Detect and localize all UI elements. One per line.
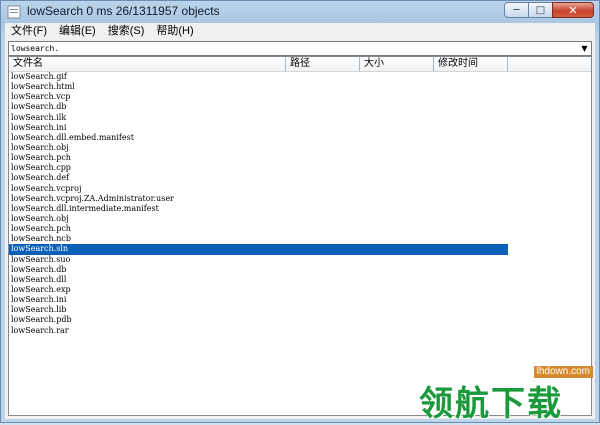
search-combobox[interactable]: ▼ [8,41,592,56]
list-item[interactable]: lowSearch.ilk [9,113,508,123]
menu-file[interactable]: 文件(F) [5,23,53,40]
list-item[interactable]: lowSearch.obj [9,214,508,224]
list-item[interactable]: lowSearch.vcproj [9,184,508,194]
close-icon: ✕ [568,3,578,17]
search-input[interactable] [11,42,571,55]
list-item[interactable]: lowSearch.ini [9,123,508,133]
list-item[interactable]: lowSearch.ini [9,295,508,305]
list-item[interactable]: lowSearch.ncb [9,234,508,244]
list-item[interactable]: lowSearch.suo [9,255,508,265]
window-title: lowSearch 0 ms 26/1311957 objects [27,4,220,18]
results-list[interactable]: 文件名 路径 大小 修改时间 lowSearch.gif lowSearch.ht… [8,56,592,416]
list-item[interactable]: lowSearch.exp [9,285,508,295]
list-item[interactable]: lowSearch.rar [9,326,508,336]
list-item[interactable]: lowSearch.pdb [9,315,508,325]
search-dropdown-button[interactable]: ▼ [578,42,591,55]
list-item-selected[interactable]: lowSearch.sln [9,244,508,255]
list-rows: lowSearch.gif lowSearch.html lowSearch.vcp… [9,72,591,336]
list-item[interactable]: lowSearch.dll [9,275,508,285]
column-header-path[interactable]: 路径 [286,57,360,71]
list-item[interactable]: lowSearch.db [9,102,508,112]
minimize-button[interactable]: ─ [504,2,529,18]
minimize-icon: ─ [513,4,520,16]
list-item[interactable]: lowSearch.lib [9,305,508,315]
list-item[interactable]: lowSearch.gif [9,72,508,82]
list-item[interactable]: lowSearch.dll.embed.manifest [9,133,508,143]
list-item[interactable]: lowSearch.pch [9,224,508,234]
list-item[interactable]: lowSearch.dll.intermediate.manifest [9,204,508,214]
column-header-filename[interactable]: 文件名 [9,57,286,71]
list-item[interactable]: lowSearch.html [9,82,508,92]
list-item[interactable]: lowSearch.obj [9,143,508,153]
app-icon [7,5,21,19]
menu-edit[interactable]: 编辑(E) [53,23,102,40]
column-header-modified[interactable]: 修改时间 [434,57,508,71]
menu-bar: 文件(F) 编辑(E) 搜索(S) 帮助(H) [5,23,595,40]
list-item[interactable]: lowSearch.db [9,265,508,275]
app-window: lowSearch 0 ms 26/1311957 objects ─ □ ✕ … [0,0,600,424]
maximize-icon: □ [535,4,546,16]
column-header-size[interactable]: 大小 [360,57,434,71]
menu-help[interactable]: 帮助(H) [150,23,199,40]
close-button[interactable]: ✕ [552,2,594,18]
caption-buttons: ─ □ ✕ [504,2,594,19]
list-item[interactable]: lowSearch.vcproj.ZA.Administrator.user [9,194,508,204]
menu-search[interactable]: 搜索(S) [102,23,151,40]
list-header: 文件名 路径 大小 修改时间 [9,57,591,72]
list-item[interactable]: lowSearch.def [9,173,508,183]
list-item[interactable]: lowSearch.vcp [9,92,508,102]
maximize-button[interactable]: □ [528,2,553,18]
list-item[interactable]: lowSearch.pch [9,153,508,163]
client-area: ▼ 文件名 路径 大小 修改时间 lowSearch.giflowSearch.… [5,40,595,419]
title-bar[interactable]: lowSearch 0 ms 26/1311957 objects ─ □ ✕ [1,1,599,23]
chevron-down-icon: ▼ [581,44,588,53]
list-item[interactable]: lowSearch.cpp [9,163,508,173]
